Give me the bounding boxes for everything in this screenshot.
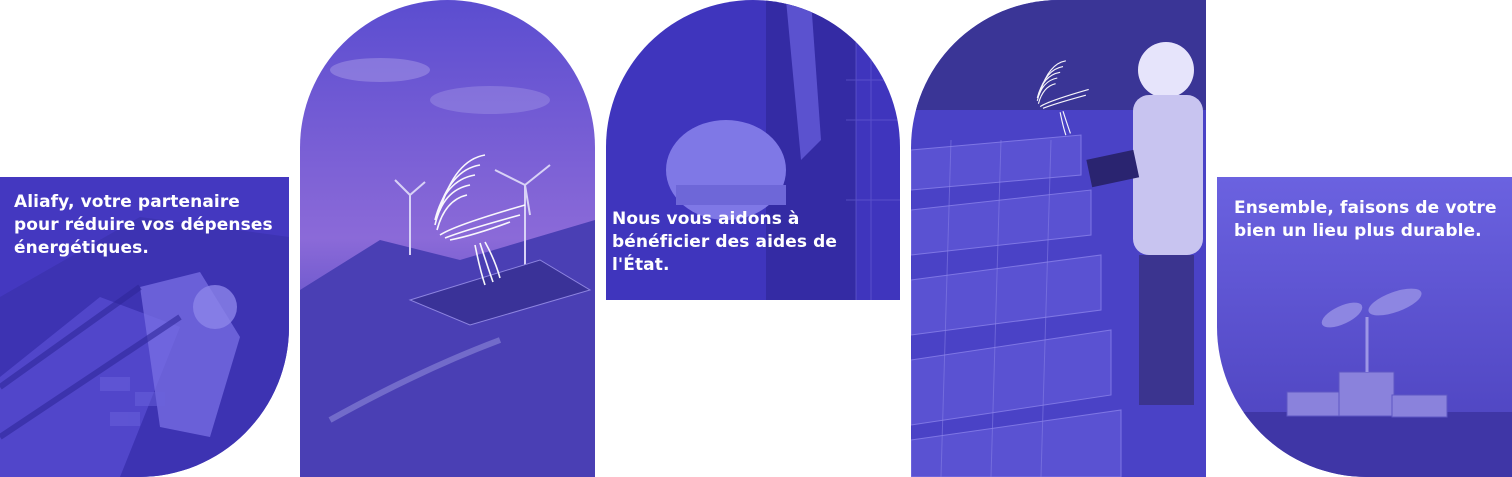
- card-caption: Ensemble, faisons de votre bien un lieu …: [1234, 198, 1497, 241]
- card-insulation: Aliafy, votre partenaire pour réduire vo…: [0, 177, 289, 477]
- card-solar-farm: [911, 0, 1206, 477]
- card-caption: Nous vous aidons à bénéficier des aides …: [612, 209, 838, 275]
- card-sustainable: Ensemble, faisons de votre bien un lieu …: [1217, 177, 1512, 477]
- card-renewables: [300, 0, 595, 477]
- card-state-aid: Nous vous aidons à bénéficier des aides …: [606, 0, 900, 300]
- feather-wing-logo-icon: [434, 154, 526, 286]
- feather-wing-logo-icon: [1036, 60, 1089, 136]
- card-caption: Aliafy, votre partenaire pour réduire vo…: [14, 192, 273, 258]
